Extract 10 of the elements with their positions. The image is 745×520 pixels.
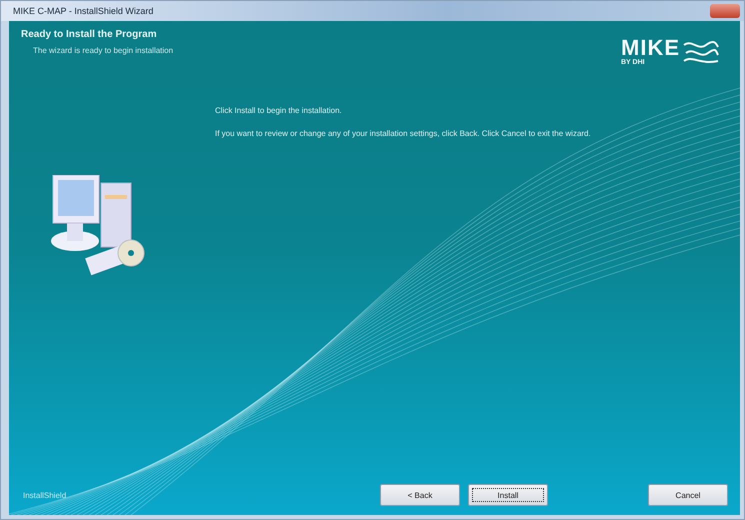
wizard-button[interactable]: Cancel	[648, 484, 728, 506]
window-title: MIKE C-MAP - InstallShield Wizard	[13, 6, 154, 16]
brand-label: InstallShield	[23, 490, 66, 500]
close-button[interactable]	[710, 4, 740, 18]
wizard-button[interactable]: < Back	[380, 484, 460, 506]
instruction-text: If you want to review or change any of your installation settings, click Back. Click Cancel to exit the wizard.	[215, 129, 592, 138]
wizard-button[interactable]: Install	[468, 484, 548, 506]
page-subtitle: The wizard is ready to begin installation	[32, 46, 174, 55]
instruction-text: Click Install to begin the installation.	[215, 106, 343, 115]
page-title: Ready to Install the Program	[21, 29, 158, 40]
